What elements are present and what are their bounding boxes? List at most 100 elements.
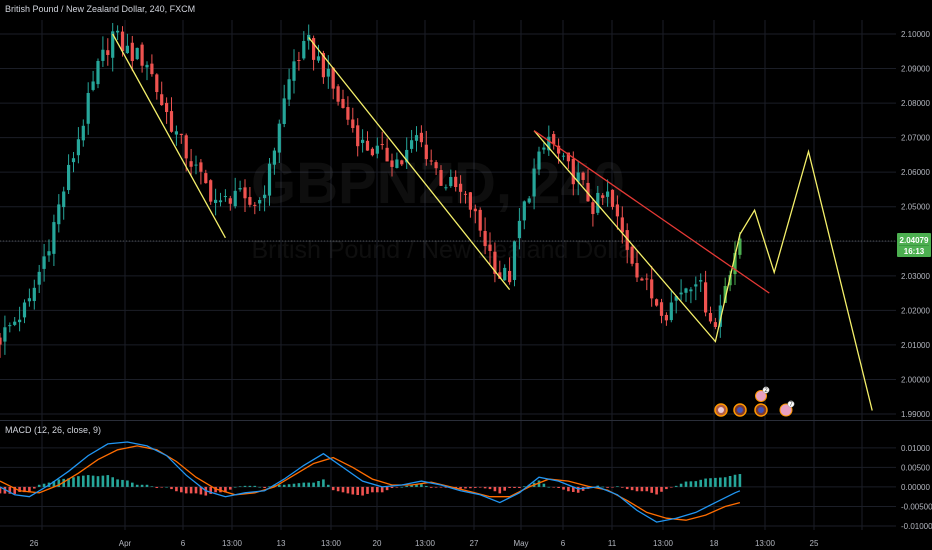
macd-histogram-bar	[498, 486, 502, 494]
macd-histogram-bar	[425, 485, 428, 487]
price-tick-label: 2.07000	[901, 134, 930, 143]
last-price-tag: 2.04079 16:13	[897, 233, 931, 257]
time-tick-label: 13:00	[321, 539, 342, 548]
event-flag-icon[interactable]	[714, 403, 728, 417]
trading-chart[interactable]: GBPNZD, 240 British Pound / New Zealand …	[0, 0, 932, 550]
chart-title: British Pound / New Zealand Dollar, 240,…	[5, 4, 195, 14]
macd-histogram-bar	[488, 486, 492, 490]
macd-histogram-bar	[312, 482, 315, 487]
candle	[630, 244, 634, 267]
macd-histogram-bar	[238, 486, 242, 487]
event-flag-icon[interactable]	[733, 403, 747, 417]
macd-histogram-bar	[567, 486, 570, 492]
candle	[96, 58, 100, 89]
macd-histogram-bar	[660, 486, 663, 492]
macd-histogram-bar	[322, 479, 325, 487]
time-tick-label: 27	[470, 539, 479, 548]
macd-histogram-bar	[728, 475, 732, 487]
time-tick-label: 18	[710, 539, 719, 548]
macd-histogram-bar	[101, 475, 105, 487]
macd-histogram-bar	[126, 480, 129, 487]
macd-histogram-bar	[145, 484, 149, 487]
macd-histogram-bar	[689, 481, 693, 487]
macd-histogram-bar	[405, 485, 408, 487]
macd-histogram-bar	[111, 477, 114, 487]
macd-histogram-bar	[385, 486, 389, 491]
macd-histogram-bar	[655, 486, 658, 495]
macd-histogram-bar	[679, 483, 683, 487]
macd-histogram-bar	[523, 486, 526, 487]
event-flag-icon[interactable]	[754, 403, 768, 417]
macd-histogram-bar	[180, 486, 183, 493]
macd-histogram-bar	[733, 474, 737, 487]
macd-histogram-bar	[508, 486, 511, 489]
macd-histogram-bar	[366, 486, 369, 494]
macd-histogram-bar	[439, 486, 443, 488]
macd-histogram-bar	[121, 479, 124, 487]
macd-histogram-bar	[336, 486, 340, 492]
macd-histogram-bar	[307, 482, 310, 487]
macd-histogram-bar	[684, 481, 688, 487]
macd-histogram-bar	[493, 486, 497, 492]
macd-histogram-bar	[327, 484, 330, 487]
macd-histogram-bar	[518, 486, 521, 489]
macd-histogram-bar	[175, 486, 178, 492]
macd-tick-label: -0.00500	[901, 502, 932, 511]
time-tick-label: 20	[373, 539, 382, 548]
macd-histogram-bar	[346, 486, 350, 494]
macd-tick-label: -0.01000	[901, 522, 932, 531]
macd-histogram-bar	[194, 486, 198, 494]
time-tick-label: 13:00	[755, 539, 776, 548]
bar-countdown: 16:13	[904, 247, 925, 256]
macd-histogram-bar	[292, 483, 296, 487]
time-tick-label: 13:00	[653, 539, 674, 548]
macd-histogram-bar	[630, 486, 634, 491]
macd-histogram-bar	[263, 486, 266, 489]
macd-histogram-bar	[140, 484, 144, 487]
price-tick-label: 1.99000	[901, 410, 930, 419]
macd-histogram-bar	[96, 476, 100, 487]
macd-histogram-bar	[302, 482, 306, 487]
macd-histogram-bar	[395, 486, 399, 488]
macd-histogram-bar	[287, 484, 291, 487]
macd-histogram-bar	[694, 481, 698, 487]
price-tick-label: 2.05000	[901, 203, 930, 212]
macd-histogram-bar	[297, 483, 301, 487]
macd-histogram-bar	[184, 486, 188, 494]
macd-histogram-bar	[513, 486, 516, 489]
macd-histogram-bar	[160, 486, 163, 488]
macd-histogram-bar	[371, 486, 374, 493]
macd-histogram-bar	[420, 484, 423, 487]
macd-histogram-bar	[253, 485, 257, 487]
macd-indicator-label[interactable]: MACD (12, 26, close, 9)	[5, 425, 101, 435]
macd-histogram-bar	[77, 476, 80, 487]
macd-tick-label: 0.00000	[901, 483, 930, 492]
macd-histogram-bar	[645, 486, 649, 492]
price-tick-label: 2.00000	[901, 375, 930, 384]
macd-histogram-bar	[616, 486, 619, 487]
macd-histogram-bar	[170, 486, 173, 490]
macd-histogram-bar	[243, 485, 247, 487]
macd-histogram-bar	[258, 486, 261, 488]
macd-histogram-bar	[106, 475, 110, 487]
macd-histogram-bar	[674, 485, 678, 487]
macd-histogram-bar	[464, 486, 467, 489]
candle	[135, 47, 139, 61]
macd-histogram-bar	[650, 486, 653, 493]
time-tick-label: 13	[277, 539, 286, 548]
price-tick-label: 2.10000	[901, 30, 930, 39]
candle	[512, 240, 517, 287]
macd-histogram-bar	[341, 486, 345, 493]
macd-histogram-bar	[135, 484, 139, 487]
macd-histogram-bar	[478, 486, 482, 488]
macd-histogram-bar	[635, 486, 639, 492]
macd-histogram-bar	[233, 486, 237, 488]
macd-histogram-bar	[356, 486, 359, 495]
macd-histogram-bar	[400, 486, 404, 488]
macd-histogram-bar	[606, 486, 609, 488]
macd-histogram-bar	[714, 477, 717, 487]
macd-histogram-bar	[699, 479, 702, 487]
time-tick-label: 13:00	[222, 539, 243, 548]
price-tick-label: 2.01000	[901, 341, 930, 350]
price-tick-label: 2.08000	[901, 99, 930, 108]
